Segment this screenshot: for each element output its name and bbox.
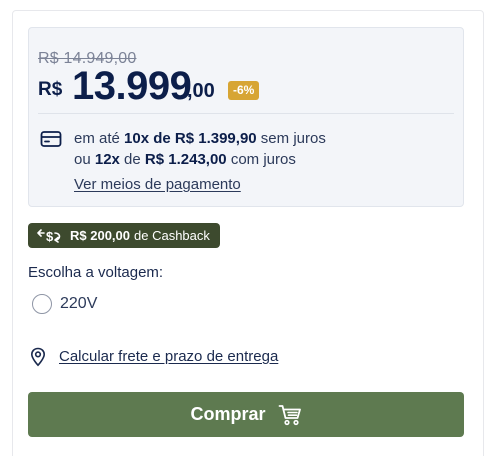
payment-methods-link[interactable]: Ver meios de pagamento xyxy=(74,176,241,193)
buy-button-label: Comprar xyxy=(190,404,266,424)
price-currency: R$ xyxy=(38,79,63,100)
installments-line-2: ou 12x de R$ 1.243,00 com juros xyxy=(74,151,296,168)
voltage-label: Escolha a voltagem: xyxy=(28,264,164,281)
buy-button[interactable]: Comprar xyxy=(28,392,464,437)
calculate-shipping-link[interactable]: Calcular frete e prazo de entrega xyxy=(59,348,278,365)
cashback-icon: $ xyxy=(37,229,61,243)
discount-badge: -6% xyxy=(228,81,260,100)
installments-line-1: em até 10x de R$ 1.399,90 sem juros xyxy=(74,130,326,147)
voltage-option-label[interactable]: 220V xyxy=(60,295,97,313)
shopping-cart-icon xyxy=(278,404,301,425)
installments-info: em até 10x de R$ 1.399,90 sem juros ou 1… xyxy=(74,128,326,170)
svg-text:$: $ xyxy=(46,229,54,243)
installment-count-with-interest: 12x xyxy=(94,151,120,168)
installment-no-interest: 10x de R$ 1.399,90 xyxy=(124,130,257,147)
price-divider xyxy=(38,113,454,114)
cashback-label: de Cashback xyxy=(134,228,210,243)
installment-amount-with-interest: R$ 1.243,00 xyxy=(144,151,227,168)
credit-card-icon xyxy=(40,131,62,147)
voltage-radio-220v[interactable] xyxy=(32,294,52,314)
price-integer: 13.999 xyxy=(72,64,192,108)
cashback-amount: R$ 200,00 xyxy=(70,228,130,243)
price-cents: ,00 xyxy=(187,80,215,102)
location-pin-icon xyxy=(30,347,46,367)
cashback-badge: $ R$ 200,00 de Cashback xyxy=(28,223,220,248)
